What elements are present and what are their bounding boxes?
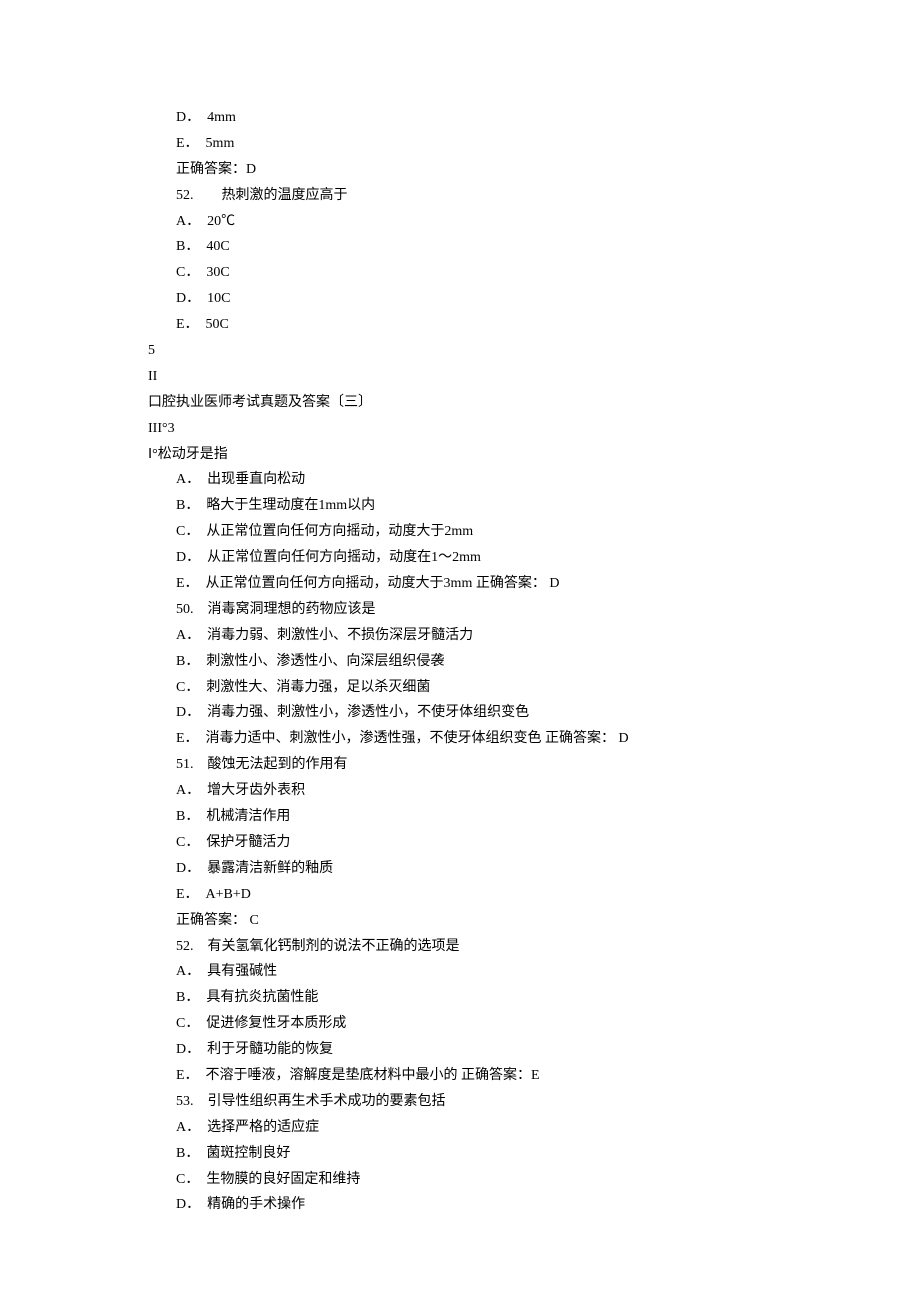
- text-line: E． 50C: [148, 312, 860, 338]
- text-line: D． 10C: [148, 286, 860, 312]
- text-line: C． 生物膜的良好固定和维持: [148, 1167, 860, 1193]
- text-line: A． 20℃: [148, 209, 860, 235]
- text-line: II: [148, 364, 860, 390]
- text-line: 正确答案： C: [148, 908, 860, 934]
- text-line: C． 从正常位置向任何方向摇动，动度大于2mm: [148, 519, 860, 545]
- text-line: A． 选择严格的适应症: [148, 1115, 860, 1141]
- text-line: A． 增大牙齿外表积: [148, 778, 860, 804]
- text-line: B． 刺激性小、渗透性小、向深层组织侵袭: [148, 649, 860, 675]
- text-line: D． 利于牙髓功能的恢复: [148, 1037, 860, 1063]
- text-line: 52. 热刺激的温度应高于: [148, 183, 860, 209]
- text-line: C． 促进修复性牙本质形成: [148, 1011, 860, 1037]
- document-page: D． 4mmE． 5mm正确答案：D52. 热刺激的温度应高于A． 20℃B． …: [0, 0, 920, 1278]
- text-line: C． 刺激性大、消毒力强，足以杀灭细菌: [148, 675, 860, 701]
- text-line: E． 从正常位置向任何方向摇动，动度大于3mm 正确答案： D: [148, 571, 860, 597]
- text-line: D． 消毒力强、刺激性小，渗透性小，不使牙体组织变色: [148, 700, 860, 726]
- text-line: D． 暴露清洁新鲜的釉质: [148, 856, 860, 882]
- text-line: E． 不溶于唾液，溶解度是垫底材料中最小的 正确答案：E: [148, 1063, 860, 1089]
- text-line: Ⅰ°松动牙是指: [148, 442, 860, 468]
- text-line: E． 消毒力适中、刺激性小，渗透性强，不使牙体组织变色 正确答案： D: [148, 726, 860, 752]
- text-line: 50. 消毒窝洞理想的药物应该是: [148, 597, 860, 623]
- text-line: B． 略大于生理动度在1mm以内: [148, 493, 860, 519]
- text-line: 5: [148, 338, 860, 364]
- text-line: A． 出现垂直向松动: [148, 467, 860, 493]
- text-line: 52. 有关氢氧化钙制剂的说法不正确的选项是: [148, 934, 860, 960]
- text-line: D． 精确的手术操作: [148, 1192, 860, 1218]
- text-line: E． A+B+D: [148, 882, 860, 908]
- text-line: B． 40C: [148, 234, 860, 260]
- text-line: C． 30C: [148, 260, 860, 286]
- text-line: B． 菌斑控制良好: [148, 1141, 860, 1167]
- text-line: C． 保护牙髓活力: [148, 830, 860, 856]
- text-line: B． 机械清洁作用: [148, 804, 860, 830]
- text-line: 口腔执业医师考试真题及答案〔三〕: [148, 390, 860, 416]
- text-line: 51. 酸蚀无法起到的作用有: [148, 752, 860, 778]
- text-line: D． 4mm: [148, 105, 860, 131]
- text-line: A． 消毒力弱、刺激性小、不损伤深层牙髓活力: [148, 623, 860, 649]
- text-line: 53. 引导性组织再生术手术成功的要素包括: [148, 1089, 860, 1115]
- text-line: E． 5mm: [148, 131, 860, 157]
- text-line: B． 具有抗炎抗菌性能: [148, 985, 860, 1011]
- text-line: 正确答案：D: [148, 157, 860, 183]
- text-line: A． 具有强碱性: [148, 959, 860, 985]
- text-line: III°3: [148, 416, 860, 442]
- text-line: D． 从正常位置向任何方向摇动，动度在1～2mm: [148, 545, 860, 571]
